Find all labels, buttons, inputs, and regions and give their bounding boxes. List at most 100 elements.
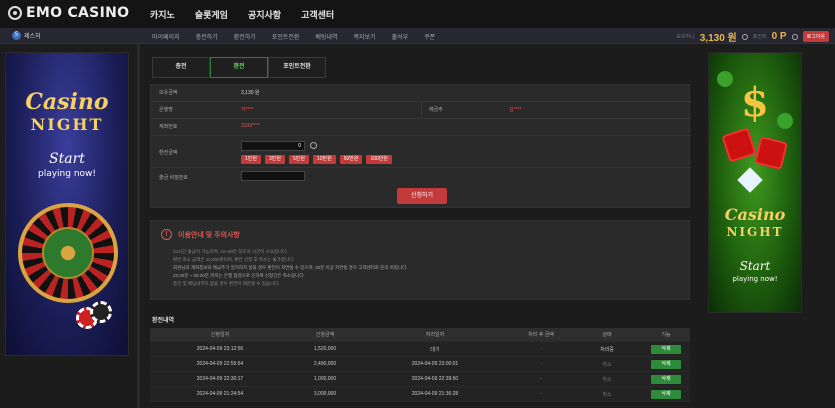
subnav-point[interactable]: 포인트전환	[272, 32, 300, 41]
delete-button[interactable]: 삭제	[651, 359, 681, 369]
table-row: 2024-04-09 22:30:17 1,000,000 2024-04-09…	[150, 372, 690, 387]
col-action: 기능	[661, 332, 671, 338]
tab-deposit[interactable]: 충전	[152, 57, 210, 78]
submit-button[interactable]: 신청하기	[397, 188, 447, 204]
row-amount: 2,490,000	[313, 361, 337, 367]
row-action: 삭제	[642, 389, 690, 399]
row-after: -	[540, 376, 542, 382]
banner-playing-text: playing now!	[37, 169, 96, 179]
reset-icon[interactable]	[310, 142, 317, 149]
col-after-amount: 처리 후 금액	[528, 332, 554, 338]
subnav-coupon[interactable]: 쿠폰	[424, 32, 435, 41]
row-after: -	[540, 346, 542, 352]
row-status: 취소	[602, 391, 612, 398]
diamond-icon	[737, 167, 763, 193]
balance-label: 보유금액	[159, 90, 178, 96]
balance-row: 보유금액 3,130 원	[151, 85, 691, 102]
refresh-point-icon[interactable]	[791, 33, 798, 40]
row-processed: 2024-04-09 23:00:01	[411, 361, 459, 367]
logout-button[interactable]: 로그아웃	[802, 31, 829, 42]
refresh-money-icon[interactable]	[741, 33, 748, 40]
row-date: 2024-04-09 21:24:54	[196, 391, 244, 397]
roulette-center-icon	[42, 227, 94, 279]
row-status: 취소	[602, 376, 612, 383]
row-action: 삭제	[642, 359, 690, 369]
account-row: 계좌번호 3333****	[151, 119, 691, 136]
tab-withdraw[interactable]: 환전	[210, 57, 268, 78]
amount-50k-button[interactable]: 5만원	[288, 155, 309, 164]
notice-line: 24시간 출금이 가능하며, 10~30분 정도의 시간이 소요됩니다.	[173, 249, 288, 254]
chips-icon	[76, 301, 116, 331]
delete-button[interactable]: 삭제	[651, 374, 681, 384]
level-badge: 5	[12, 31, 21, 40]
nav-casino[interactable]: 카지노	[150, 8, 175, 21]
subnav-messages[interactable]: 쪽지보기	[354, 32, 376, 41]
password-input[interactable]	[241, 171, 305, 181]
notice-line: 회원님의 계좌정보와 예금주가 일치하지 않을 경우 환전이 지연될 수 있으며…	[173, 265, 408, 270]
divider	[421, 102, 422, 119]
notice-title: 이용안내 및 주의사항	[178, 231, 240, 239]
amount-30k-button[interactable]: 3만원	[264, 155, 285, 164]
holder-value: 김****	[509, 107, 522, 113]
bank-row: 은행명 카**** 예금주 김****	[151, 102, 691, 119]
password-row: 출금 비밀번호	[151, 168, 691, 185]
delete-button[interactable]: 삭제	[651, 389, 681, 399]
nav-slot[interactable]: 슬롯게임	[195, 8, 228, 21]
top-bar: EMO CASINO 카지노 슬롯게임 공지사항 고객센터	[0, 0, 835, 28]
logo[interactable]: EMO CASINO	[8, 5, 129, 21]
sub-bar: 5 제스처 마이페이지 충전하기 환전하기 포인트전환 배팅내역 쪽지보기 출석…	[0, 28, 835, 44]
row-action: 삭제	[642, 374, 690, 384]
bank-value: 카****	[241, 107, 254, 113]
money-label: 보유머니	[676, 34, 695, 40]
amount-10k-button[interactable]: 1만원	[241, 155, 261, 164]
roulette-wheel-icon	[18, 203, 118, 303]
notice-line: 환전 최소 금액은 10,000원이며, 환전 신청 후 취소는 불가합니다.	[173, 257, 295, 262]
row-action: 삭제	[642, 344, 690, 354]
point-label: 포인트	[752, 34, 767, 40]
amount-500k-button[interactable]: 50만원	[339, 155, 363, 164]
subnav-mypage[interactable]: 마이페이지	[152, 32, 180, 41]
row-date: 2024-04-09 23:12:56	[196, 346, 244, 352]
amount-1m-button[interactable]: 100만원	[366, 155, 393, 164]
wallet: 보유머니 3,130 원 포인트 0 P 로그아웃	[676, 29, 829, 44]
logo-text: EMO CASINO	[26, 5, 130, 21]
nav-notice[interactable]: 공지사항	[248, 8, 281, 21]
divider	[137, 44, 140, 408]
row-status: 취소	[602, 361, 612, 368]
exchange-tabs: 충전 환전 포인트전환	[152, 57, 326, 78]
notice-lines: 24시간 출금이 가능하며, 10~30분 정도의 시간이 소요됩니다. 환전 …	[173, 249, 408, 289]
notice-line: 충전 및 배팅내역이 없을 경우 환전이 제한될 수 있습니다.	[173, 281, 280, 286]
col-processed-date: 처리일자	[425, 332, 445, 338]
nav-support[interactable]: 고객센터	[301, 8, 334, 21]
amount-100k-button[interactable]: 10만원	[312, 155, 336, 164]
amount-row: 환전금액	[151, 136, 691, 168]
delete-button[interactable]: 삭제	[651, 344, 681, 354]
bank-label: 은행명	[159, 107, 173, 113]
notice-panel: ! 이용안내 및 주의사항 24시간 출금이 가능하며, 10~30분 정도의 …	[150, 220, 690, 300]
left-banner[interactable]: Casino NIGHT Start playing now!	[5, 52, 129, 356]
row-amount: 1,520,000	[313, 346, 337, 352]
subnav-withdraw[interactable]: 환전하기	[234, 32, 256, 41]
row-processed: 2024-04-09 22:39:50	[411, 376, 459, 382]
col-status: 상태	[602, 332, 612, 338]
subnav-deposit[interactable]: 충전하기	[196, 32, 218, 41]
right-banner[interactable]: $ Casino NIGHT Start playing now!	[708, 52, 802, 313]
point-value: 0 P	[771, 31, 787, 42]
amount-label: 환전금액	[159, 150, 178, 156]
clover-icon	[777, 113, 793, 129]
amount-input[interactable]: 0	[241, 141, 305, 151]
subnav-bets[interactable]: 배팅내역	[315, 32, 337, 41]
money-value: 3,130 원	[699, 33, 737, 44]
subnav-attendance[interactable]: 출석부	[392, 32, 409, 41]
row-amount: 3,000,000	[313, 391, 337, 397]
tab-point-convert[interactable]: 포인트전환	[268, 57, 326, 78]
row-processed: 대기	[430, 346, 440, 353]
table-header: 신청일자 신청금액 처리일자 처리 후 금액 상태 기능	[150, 328, 690, 342]
dice-icon	[721, 127, 757, 163]
banner-casino-text: Casino	[724, 205, 786, 224]
alert-icon: !	[161, 229, 172, 240]
sub-nav: 마이페이지 충전하기 환전하기 포인트전환 배팅내역 쪽지보기 출석부 쿠폰	[152, 32, 435, 41]
notice-header: ! 이용안내 및 주의사항	[161, 229, 240, 240]
row-date: 2024-04-09 22:30:17	[196, 376, 244, 382]
banner-night-text: NIGHT	[30, 115, 104, 134]
